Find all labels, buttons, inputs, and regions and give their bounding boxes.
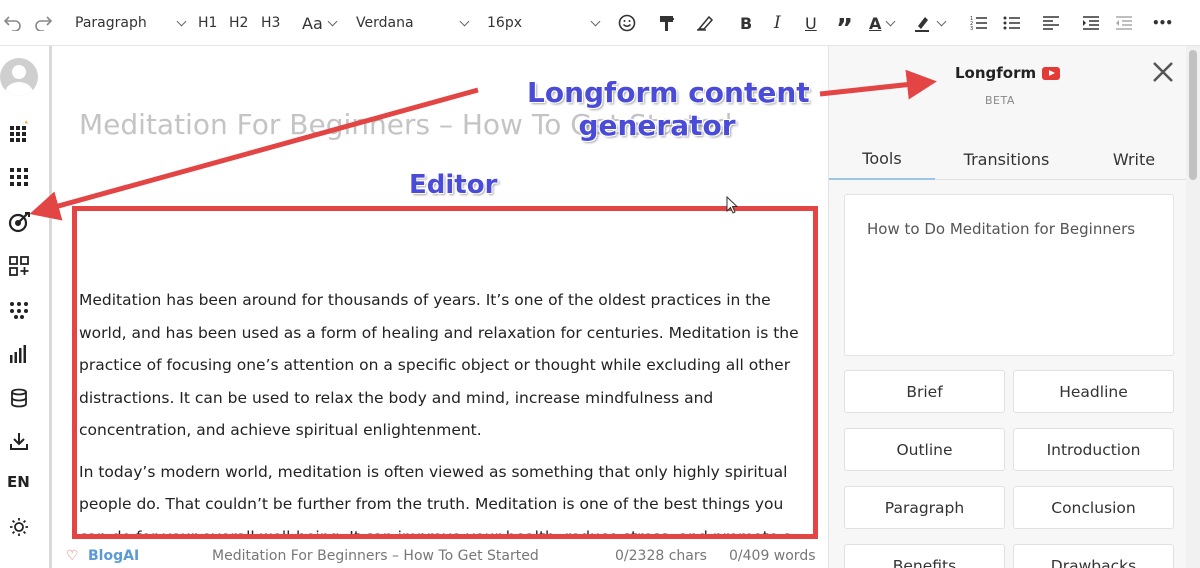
longform-annotation-line2: generator: [578, 109, 736, 142]
longform-annotation-line1: Longform content: [527, 76, 810, 109]
longform-annotation: Longform content generator: [527, 76, 810, 142]
editor-annotation: Editor: [409, 170, 498, 200]
mouse-cursor-icon: [726, 196, 738, 214]
